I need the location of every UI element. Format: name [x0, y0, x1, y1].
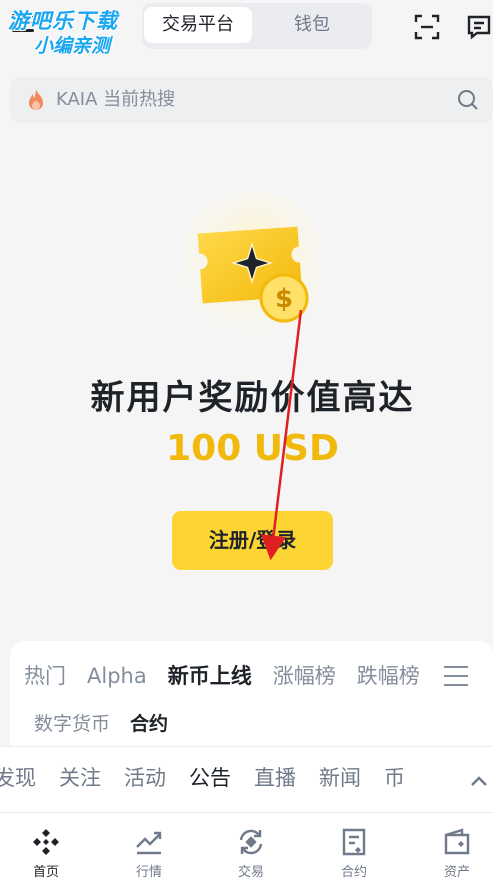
promo-hero: $ 新用户奖励价值高达 100 USD 注册/登录 — [0, 130, 493, 630]
chevron-up-icon[interactable] — [464, 766, 493, 796]
promo-title: 新用户奖励价值高达 — [90, 378, 415, 418]
feed-tabs-bar: 发现关注活动公告直播新闻币 — [0, 746, 493, 812]
register-login-button[interactable]: 注册/登录 — [172, 511, 333, 570]
platform-switch: 交易平台 钱包 — [142, 3, 372, 49]
svg-text:$: $ — [275, 284, 293, 314]
contract-doc-icon — [342, 828, 366, 856]
tab-alpha[interactable]: Alpha — [87, 659, 147, 693]
nav-home[interactable]: 首页 — [16, 827, 76, 879]
chart-line-icon — [136, 831, 162, 855]
tab-announcements[interactable]: 公告 — [189, 761, 231, 795]
market-subtabs: 数字货币 合约 — [34, 707, 188, 741]
bottom-nav: 首页 行情 交易 合约 资产 — [0, 812, 493, 879]
tab-news[interactable]: 新闻 — [319, 761, 361, 795]
search-bar[interactable]: KAIA 当前热搜 — [10, 77, 493, 123]
tab-live[interactable]: 直播 — [254, 761, 296, 795]
tab-new-listings[interactable]: 新币上线 — [168, 659, 252, 693]
tab-following[interactable]: 关注 — [59, 761, 101, 795]
search-icon[interactable] — [457, 89, 479, 111]
search-input[interactable]: KAIA 当前热搜 — [56, 77, 175, 123]
home-diamond-icon — [33, 829, 59, 855]
nav-markets[interactable]: 行情 — [119, 827, 179, 879]
tab-exchange[interactable]: 交易平台 — [144, 7, 252, 43]
tab-wallet[interactable]: 钱包 — [260, 7, 364, 43]
subtab-spot[interactable]: 数字货币 — [34, 707, 110, 741]
top-bar: 游吧乐下载 小编亲测 交易平台 钱包 — [0, 0, 493, 60]
nav-assets[interactable]: 资产 — [427, 827, 487, 879]
subtab-futures[interactable]: 合约 — [130, 707, 168, 741]
trade-exchange-icon — [239, 829, 263, 855]
tab-gainers[interactable]: 涨幅榜 — [273, 659, 336, 693]
reward-ticket-icon: $ — [178, 190, 328, 340]
tab-events[interactable]: 活动 — [124, 761, 166, 795]
nav-futures[interactable]: 合约 — [324, 827, 384, 879]
nav-trade[interactable]: 交易 — [221, 827, 281, 879]
wallet-icon — [444, 828, 470, 855]
scan-icon[interactable] — [414, 14, 440, 40]
watermark-logo: 游吧乐下载 小编亲测 — [8, 9, 118, 57]
tab-losers[interactable]: 跌幅榜 — [357, 659, 420, 693]
tab-hot[interactable]: 热门 — [24, 659, 66, 693]
market-tabs: 热门 Alpha 新币上线 涨幅榜 跌幅榜 — [24, 659, 469, 693]
tab-discover[interactable]: 发现 — [0, 761, 36, 795]
tab-coin[interactable]: 币 — [384, 761, 405, 795]
list-menu-icon[interactable] — [444, 664, 468, 686]
fire-icon — [29, 89, 43, 110]
message-icon[interactable] — [466, 14, 492, 40]
feed-tabs: 发现关注活动公告直播新闻币 — [0, 761, 428, 795]
promo-amount: 100 USD — [166, 428, 339, 469]
